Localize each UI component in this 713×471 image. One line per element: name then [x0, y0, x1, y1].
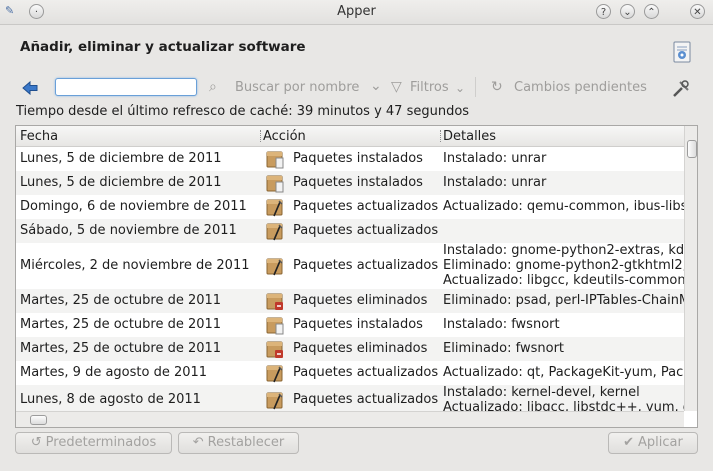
row-action: Paquetes eliminados	[293, 341, 428, 356]
row-date: Martes, 25 de octubre de 2011	[20, 341, 222, 356]
row-details: Instalado: gnome-python2-extras, kde	[443, 243, 684, 258]
table-row[interactable]: Lunes, 5 de diciembre de 2011 Paquetes in…	[16, 171, 684, 195]
history-table[interactable]: Fecha Acción Detalles Lunes, 5 de diciem…	[15, 125, 698, 428]
row-action: Paquetes actualizados	[293, 365, 439, 380]
search-input[interactable]	[55, 78, 197, 96]
toolbar: ⌕ Buscar por nombre ⌄ ▽ Filtros ⌄ ↻ Camb…	[0, 77, 713, 101]
row-date: Sábado, 5 de noviembre de 2011	[20, 223, 237, 238]
defaults-label: Predeterminados	[45, 435, 157, 450]
package-updated-icon	[266, 223, 283, 241]
column-header-action[interactable]: Acción	[263, 129, 306, 144]
filter-icon[interactable]: ▽	[391, 79, 402, 95]
row-date: Domingo, 6 de noviembre de 2011	[20, 199, 247, 214]
table-row[interactable]: Martes, 25 de octubre de 2011 Paquetes in…	[16, 313, 684, 337]
table-row[interactable]: Martes, 25 de octubre de 2011 Paquetes el…	[16, 289, 684, 313]
back-arrow-icon[interactable]	[21, 79, 39, 97]
package-installed-icon	[266, 151, 284, 169]
chevron-down-icon[interactable]: ⌄	[370, 78, 382, 94]
row-action: Paquetes instalados	[293, 151, 423, 166]
window-titlebar: ✎ · Apper ? ⌄ ⌃ ✕	[0, 0, 713, 25]
filters-button[interactable]: Filtros	[410, 80, 449, 95]
row-details: Instalado: fwsnort	[443, 317, 560, 332]
package-installed-icon	[266, 175, 284, 193]
row-action: Paquetes actualizados	[293, 223, 439, 238]
cache-refresh-info: Tiempo desde el último refresco de caché…	[16, 104, 470, 119]
row-details: Actualizado: qt, PackageKit-yum, Pack	[443, 365, 684, 380]
filters-chevron-icon[interactable]: ⌄	[455, 81, 465, 95]
row-action: Paquetes eliminados	[293, 293, 428, 308]
row-details: Actualizado: qemu-common, ibus-libs	[443, 199, 684, 214]
toolbar-separator	[475, 77, 476, 97]
row-action: Paquetes instalados	[293, 317, 423, 332]
table-row[interactable]: Domingo, 6 de noviembre de 2011 Paquetes …	[16, 195, 684, 219]
apply-label: Aplicar	[638, 435, 683, 450]
row-details: Instalado: unrar	[443, 175, 547, 190]
row-details: Eliminado: fwsnort	[443, 341, 565, 356]
table-header: Fecha Acción Detalles	[16, 126, 684, 147]
row-date: Miércoles, 2 de noviembre de 2011	[20, 258, 250, 273]
row-date: Martes, 9 de agosto de 2011	[20, 365, 208, 380]
vertical-scrollbar-thumb[interactable]	[687, 140, 697, 158]
row-action: Paquetes actualizados	[293, 199, 439, 214]
binoculars-icon[interactable]: ⌕	[209, 79, 217, 95]
pending-changes-icon[interactable]: ↻	[491, 79, 503, 95]
table-row[interactable]: Lunes, 5 de diciembre de 2011 Paquetes in…	[16, 147, 684, 171]
reset-button[interactable]: ↶ Restablecer	[178, 432, 299, 454]
apply-button[interactable]: ✔ Aplicar	[608, 432, 698, 454]
minimize-button[interactable]: ⌄	[620, 4, 635, 19]
close-button[interactable]: ✕	[690, 4, 705, 19]
row-action: Paquetes actualizados	[293, 258, 439, 273]
row-date: Lunes, 8 de agosto de 2011	[20, 392, 201, 407]
package-installed-icon	[266, 317, 284, 335]
row-date: Martes, 25 de octubre de 2011	[20, 317, 222, 332]
row-date: Lunes, 5 de diciembre de 2011	[20, 151, 222, 166]
maximize-button[interactable]: ⌃	[644, 4, 659, 19]
horizontal-scrollbar[interactable]	[16, 411, 684, 427]
reset-icon: ↶	[192, 435, 204, 450]
row-details: Actualizado: libgcc, kdeutils-common	[443, 273, 684, 288]
column-header-date[interactable]: Fecha	[20, 129, 58, 144]
package-updated-icon	[266, 392, 283, 410]
page-title: Añadir, eliminar y actualizar software	[20, 39, 306, 55]
row-date: Martes, 25 de octubre de 2011	[20, 293, 222, 308]
column-header-details[interactable]: Detalles	[443, 129, 496, 144]
table-row[interactable]: Miércoles, 2 de noviembre de 2011 Paquete…	[16, 243, 684, 289]
column-separator[interactable]	[440, 130, 442, 142]
check-icon: ✔	[623, 435, 635, 450]
software-history-icon	[673, 41, 691, 63]
package-updated-icon	[266, 258, 283, 276]
row-action: Paquetes actualizados	[293, 392, 439, 407]
row-action: Paquetes instalados	[293, 175, 423, 190]
table-row[interactable]: Martes, 9 de agosto de 2011 Paquetes actu…	[16, 361, 684, 385]
row-details: Instalado: kernel-devel, kernel	[443, 385, 640, 400]
table-row[interactable]: Martes, 25 de octubre de 2011 Paquetes el…	[16, 337, 684, 361]
reset-label: Restablecer	[207, 435, 285, 450]
row-details: Eliminado: psad, perl-IPTables-ChainM	[443, 293, 684, 308]
table-row[interactable]: Sábado, 5 de noviembre de 2011 Paquetes a…	[16, 219, 684, 243]
search-by-name-button[interactable]: Buscar por nombre	[235, 80, 359, 95]
row-details: Eliminado: gnome-python2-gtkhtml2,	[443, 258, 684, 273]
row-date: Lunes, 5 de diciembre de 2011	[20, 175, 222, 190]
pending-changes-button[interactable]: Cambios pendientes	[514, 80, 647, 95]
row-details: Instalado: unrar	[443, 151, 547, 166]
defaults-icon: ↺	[30, 435, 42, 450]
package-updated-icon	[266, 199, 283, 217]
vertical-scrollbar[interactable]	[684, 126, 697, 411]
help-button[interactable]: ?	[596, 4, 611, 19]
package-removed-icon	[266, 341, 283, 358]
defaults-button[interactable]: ↺ Predeterminados	[15, 432, 172, 454]
package-updated-icon	[266, 365, 283, 383]
column-separator[interactable]	[260, 130, 262, 142]
horizontal-scrollbar-thumb[interactable]	[30, 415, 47, 425]
settings-tools-icon[interactable]	[671, 79, 691, 99]
package-removed-icon	[266, 293, 283, 310]
